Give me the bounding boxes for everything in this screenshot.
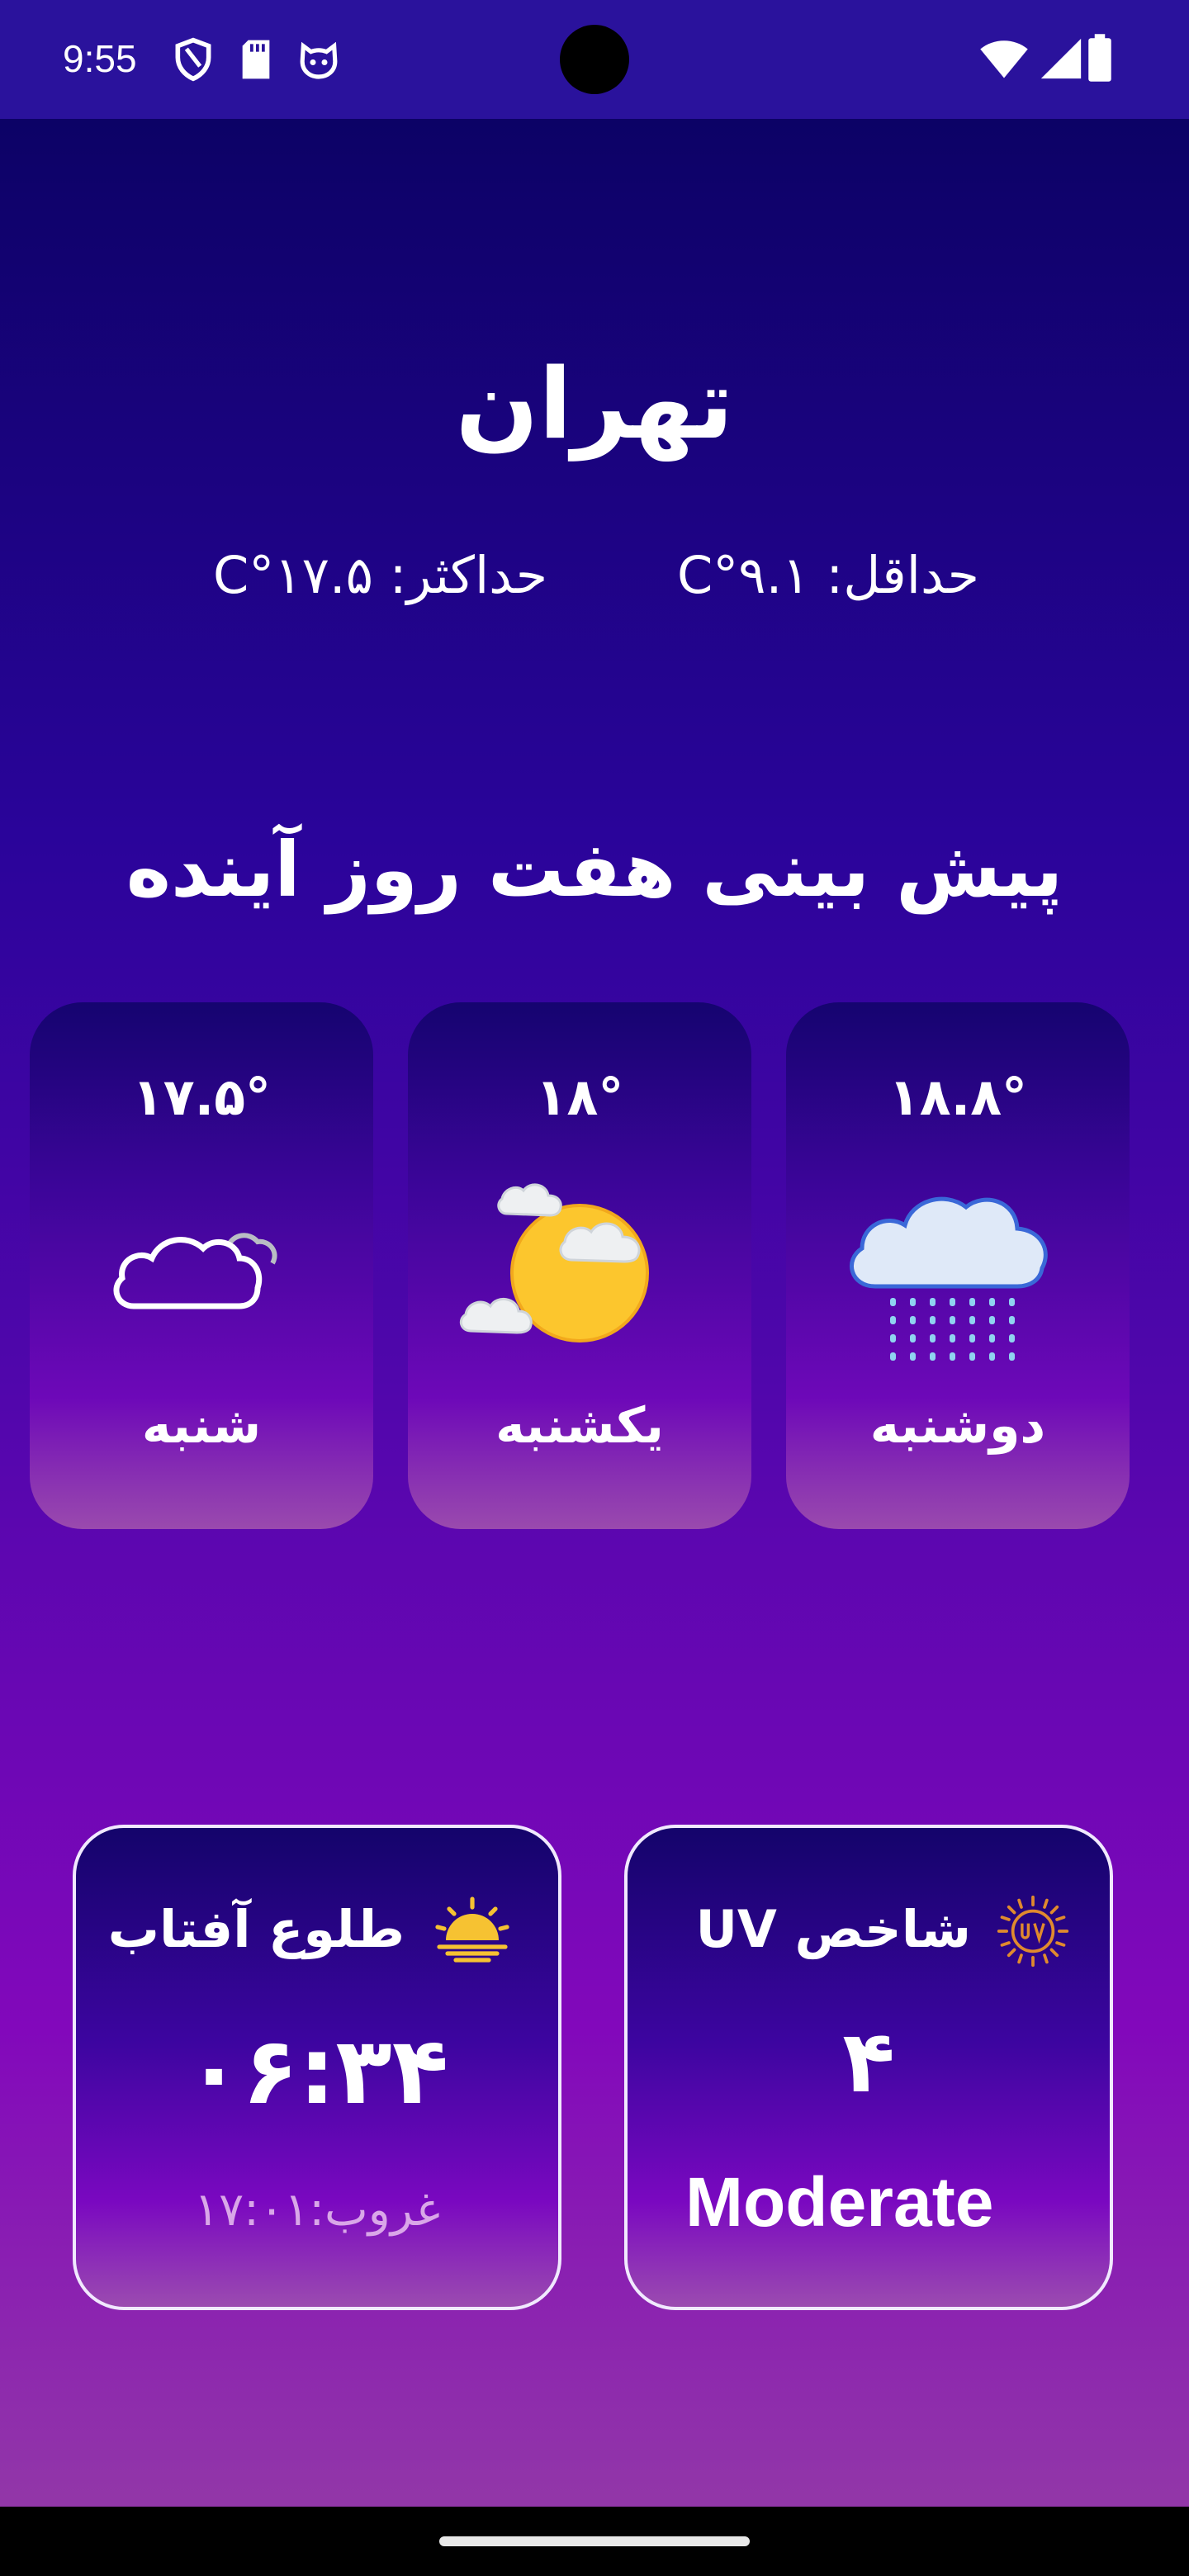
sunrise-title: طلوع آفتاب bbox=[107, 1899, 405, 1959]
uv-sun-icon bbox=[997, 1895, 1069, 1968]
day-name: شنبه bbox=[141, 1397, 262, 1455]
battery-icon bbox=[1088, 34, 1111, 82]
weather-app-screen: 9:55 تهران حداقل: ۹.۱°C حداکثر: ۱۷.۵°C پ… bbox=[0, 0, 1189, 2576]
max-temperature: حداکثر: ۱۷.۵°C bbox=[213, 545, 548, 605]
sunrise-time: ۰۶:۳۴ bbox=[185, 2018, 449, 2125]
uv-title: شاخص UV bbox=[695, 1899, 971, 1959]
sunrise-card-header: طلوع آفتاب bbox=[108, 1894, 512, 1968]
rain-drops bbox=[890, 1298, 1015, 1361]
home-gesture-handle[interactable] bbox=[439, 2536, 750, 2546]
rain-cloud-icon bbox=[849, 1196, 1048, 1361]
cloud-icon bbox=[113, 1233, 277, 1309]
sd-card-icon bbox=[242, 40, 270, 79]
day-name: یکشنبه bbox=[495, 1397, 664, 1455]
city-name: تهران bbox=[455, 347, 734, 461]
uv-index-card[interactable]: شاخص UV ۴ Moderate bbox=[624, 1825, 1113, 2310]
uv-level: Moderate bbox=[685, 2163, 994, 2241]
forecast-day-card[interactable]: ۱۸° یکشنبه bbox=[408, 1002, 751, 1529]
forecast-day-card[interactable]: ۱۷.۵° شنبه bbox=[30, 1002, 373, 1529]
status-bar: 9:55 bbox=[0, 0, 1189, 119]
shield-icon bbox=[175, 37, 211, 82]
sunset-time: غروب:۱۷:۰۱ bbox=[194, 2183, 440, 2237]
cat-face-icon bbox=[300, 41, 338, 79]
day-temperature: ۱۸° bbox=[535, 1067, 624, 1127]
forecast-day-card[interactable]: ۱۸.۸° دوشنبه bbox=[786, 1002, 1130, 1529]
uv-value: ۴ bbox=[842, 2011, 895, 2112]
uv-card-header: شاخص UV bbox=[694, 1894, 1070, 1968]
partly-cloudy-icon bbox=[459, 1183, 649, 1342]
signal-icon bbox=[1040, 38, 1082, 79]
status-time: 9:55 bbox=[63, 37, 137, 80]
sunrise-card[interactable]: طلوع آفتاب ۰۶:۳۴ غروب:۱۷:۰۱ bbox=[73, 1825, 561, 2310]
wifi-icon bbox=[980, 40, 1028, 78]
navigation-bar bbox=[0, 2507, 1189, 2576]
camera-cutout bbox=[560, 25, 629, 94]
min-temperature: حداقل: ۹.۱°C bbox=[677, 545, 979, 605]
sunrise-icon bbox=[435, 1896, 509, 1963]
day-temperature: ۱۸.۸° bbox=[888, 1067, 1028, 1127]
day-name: دوشنبه bbox=[869, 1397, 1046, 1455]
forecast-title: پیش بینی هفت روز آینده bbox=[126, 826, 1063, 914]
day-temperature: ۱۷.۵° bbox=[131, 1067, 272, 1127]
